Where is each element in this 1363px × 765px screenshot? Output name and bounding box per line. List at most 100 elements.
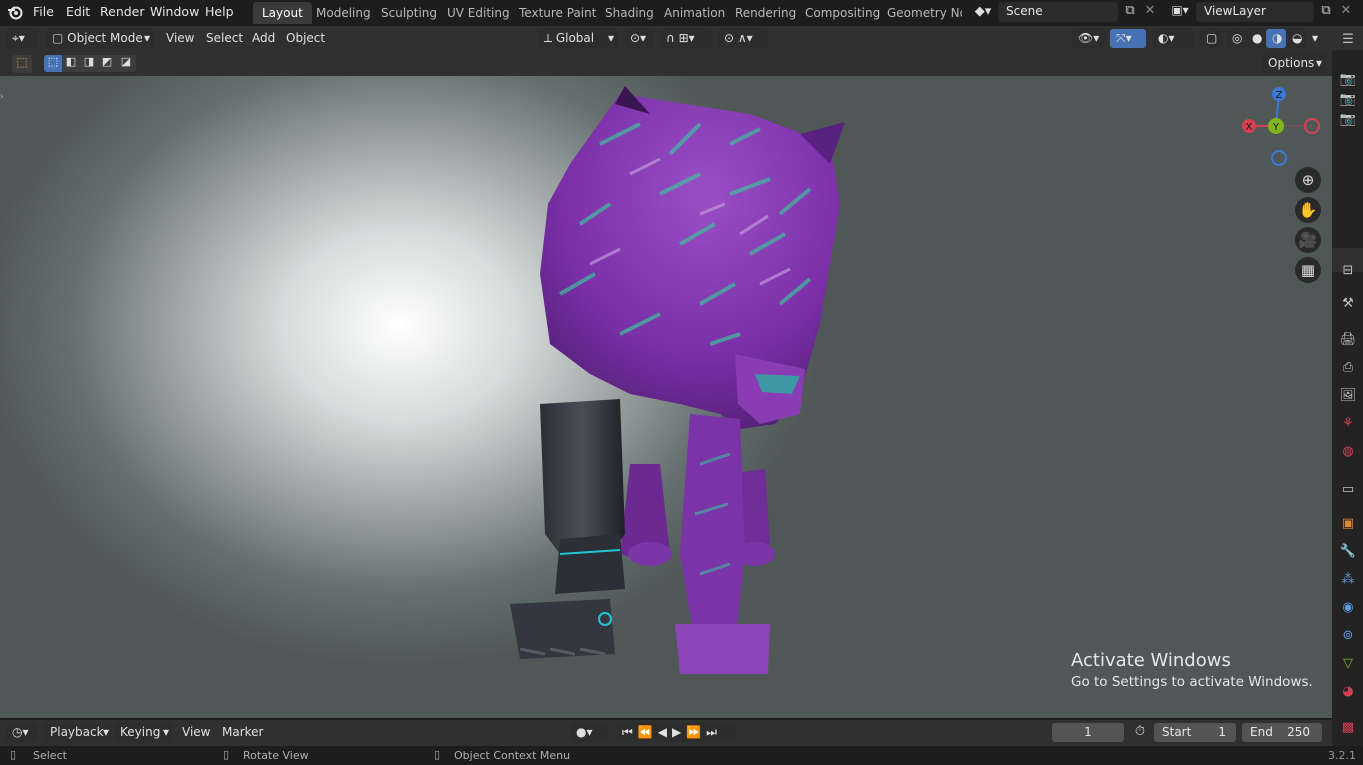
shading-wireframe[interactable]: ◎ <box>1226 29 1246 48</box>
scene-browse-icon[interactable]: ◆▾ <box>970 4 996 22</box>
tab-modeling[interactable]: Modeling <box>307 2 380 24</box>
tab-texture-paint[interactable]: Texture Paint <box>510 2 605 24</box>
view-menu[interactable]: View <box>160 29 200 48</box>
current-frame-field[interactable]: 1 <box>1052 723 1124 742</box>
menu-edit[interactable]: Edit <box>66 4 90 19</box>
start-frame-field[interactable]: Start 1 <box>1154 723 1236 742</box>
object-menu[interactable]: Object <box>280 29 331 48</box>
playback-menu[interactable]: Playback ▾ <box>44 723 112 742</box>
tab-uv-editing[interactable]: UV Editing <box>438 2 519 24</box>
options-dropdown[interactable]: Options ▾ <box>1262 54 1326 73</box>
mode-subtract-icon[interactable]: ◨ <box>80 55 98 72</box>
proportional-edit-toggle[interactable]: ⊙ ∧▾ <box>718 29 768 48</box>
select-menu[interactable]: Select <box>200 29 249 48</box>
gizmo-toggle[interactable]: ⤧▾ <box>1110 29 1146 48</box>
camera-icon[interactable]: 📷 <box>1338 70 1358 90</box>
tab-layout[interactable]: Layout <box>253 2 312 24</box>
outliner-icon[interactable]: ☰ <box>1338 30 1358 50</box>
particles-properties-icon[interactable]: ⁂ <box>1338 570 1358 590</box>
keying-label: Keying <box>120 725 161 739</box>
object-properties-icon[interactable]: ▣ <box>1338 514 1358 534</box>
texture-properties-icon[interactable]: ▩ <box>1338 718 1358 738</box>
scene-properties-icon[interactable]: ⚘ <box>1338 414 1358 434</box>
stopwatch-icon[interactable]: ⏱ <box>1130 724 1150 742</box>
gizmo-x-label: X <box>1246 122 1253 133</box>
menu-render[interactable]: Render <box>100 4 145 19</box>
material-properties-icon[interactable]: ◕ <box>1338 682 1358 702</box>
timeline-view-menu[interactable]: View <box>176 723 216 742</box>
keying-menu[interactable]: Keying ▾ <box>114 723 172 742</box>
mode-new-icon[interactable]: ⬚ <box>44 55 62 72</box>
world-properties-icon[interactable]: ◍ <box>1338 442 1358 462</box>
mode-extend-icon[interactable]: ◧ <box>62 55 80 72</box>
zoom-icon[interactable]: ⊕ <box>1295 167 1321 193</box>
gizmo-neg-z-axis[interactable] <box>1271 150 1287 166</box>
tab-shading[interactable]: Shading <box>596 2 663 24</box>
mode-invert-icon[interactable]: ◩ <box>98 55 116 72</box>
mode-dropdown[interactable]: ▢ Object Mode ▾ <box>46 29 154 48</box>
shading-solid[interactable]: ● <box>1246 29 1266 48</box>
marker-menu[interactable]: Marker <box>216 723 269 742</box>
tab-animation[interactable]: Animation <box>655 2 734 24</box>
view-layer-icon[interactable]: 🖼 <box>1338 386 1358 406</box>
tiger-model[interactable] <box>500 84 860 674</box>
data-properties-icon[interactable]: ▽ <box>1338 654 1358 674</box>
tab-rendering[interactable]: Rendering <box>726 2 805 24</box>
editor-type-button[interactable]: ⌖▾ <box>6 29 38 48</box>
watermark-title: Activate Windows <box>1071 650 1231 671</box>
chevron-down-icon: ▾ <box>102 725 109 739</box>
version-label: 3.2.1 <box>1328 749 1356 762</box>
orientation-dropdown[interactable]: ⟂ Global ▾ <box>538 29 618 48</box>
overlay-toggle[interactable]: ◐▾ <box>1152 29 1194 48</box>
blender-logo-icon[interactable] <box>7 4 23 20</box>
viewlayer-browse-icon[interactable]: ▣▾ <box>1166 3 1194 21</box>
shading-material[interactable]: ◑ <box>1266 29 1286 48</box>
end-value: 250 <box>1287 725 1310 739</box>
mode-intersect-icon[interactable]: ◪ <box>116 55 136 72</box>
modifier-properties-icon[interactable]: 🔧 <box>1338 542 1358 562</box>
tool-properties-icon[interactable]: ⚒ <box>1338 294 1358 314</box>
scene-field[interactable]: Scene <box>998 2 1118 22</box>
autokey-toggle[interactable]: ●▾ <box>570 723 608 742</box>
render-properties-icon[interactable]: 🖨 <box>1338 330 1358 350</box>
physics-properties-icon[interactable]: ◉ <box>1338 598 1358 618</box>
tab-compositing[interactable]: Compositing <box>796 2 889 24</box>
select-box-tool-icon[interactable]: ⬚ <box>12 55 32 73</box>
proportional-icon: ⊙ ∧▾ <box>724 31 753 45</box>
xray-toggle[interactable]: ▢ <box>1200 29 1222 48</box>
copy-viewlayer-icon[interactable]: ⧉ <box>1316 3 1336 21</box>
copy-scene-icon[interactable]: ⧉ <box>1120 3 1140 21</box>
pan-hand-icon[interactable]: ✋ <box>1295 197 1321 223</box>
menu-help[interactable]: Help <box>205 4 234 19</box>
navigation-gizmo[interactable]: Z X Y <box>1236 84 1326 174</box>
camera-icon[interactable]: 📷 <box>1338 110 1358 130</box>
visibility-dropdown[interactable]: 👁▾ <box>1072 29 1106 48</box>
snap-toggle[interactable]: ∩ ⊞▾ <box>660 29 712 48</box>
camera-view-icon[interactable]: 🎥 <box>1295 227 1321 253</box>
collection-properties-icon[interactable]: ▭ <box>1338 480 1358 500</box>
menu-file[interactable]: File <box>33 4 54 19</box>
camera-icon[interactable]: 📷 <box>1338 90 1358 110</box>
end-frame-field[interactable]: End 250 <box>1242 723 1322 742</box>
timeline-editor-type[interactable]: ◷▾ <box>6 723 38 742</box>
menu-window[interactable]: Window <box>150 4 199 19</box>
toolbar-expand-icon[interactable]: › <box>0 92 6 104</box>
chevron-down-icon: ▾ <box>1315 56 1322 70</box>
3d-viewport[interactable]: Z X Y ⊕ ✋ 🎥 ▦ › ‹ Activate Windows Go to… <box>0 76 1332 718</box>
pivot-dropdown[interactable]: ⊙▾ <box>624 29 654 48</box>
close-scene-icon[interactable]: ✕ <box>1142 3 1158 21</box>
shading-rendered[interactable]: ◒ <box>1286 29 1306 48</box>
viewport-header: ⌖▾ ▢ Object Mode ▾ View Select Add Object… <box>0 26 1332 50</box>
output-properties-icon[interactable]: ⎙ <box>1338 358 1358 378</box>
close-viewlayer-icon[interactable]: ✕ <box>1338 3 1354 21</box>
shading-options-dropdown[interactable]: ▾ <box>1306 29 1324 48</box>
tab-sculpting[interactable]: Sculpting <box>372 2 446 24</box>
sidebar-expand-icon[interactable]: ‹ <box>1322 92 1330 104</box>
add-menu[interactable]: Add <box>246 29 281 48</box>
playback-controls[interactable]: ⏮⏪◀▶⏩⏭ <box>616 723 736 742</box>
tab-geometry-nodes[interactable]: Geometry Noc <box>878 2 962 24</box>
viewlayer-field[interactable]: ViewLayer <box>1196 2 1314 22</box>
constraints-properties-icon[interactable]: ⊚ <box>1338 626 1358 646</box>
perspective-grid-icon[interactable]: ▦ <box>1295 257 1321 283</box>
properties-editor-icon[interactable]: ⊟ <box>1338 261 1358 281</box>
